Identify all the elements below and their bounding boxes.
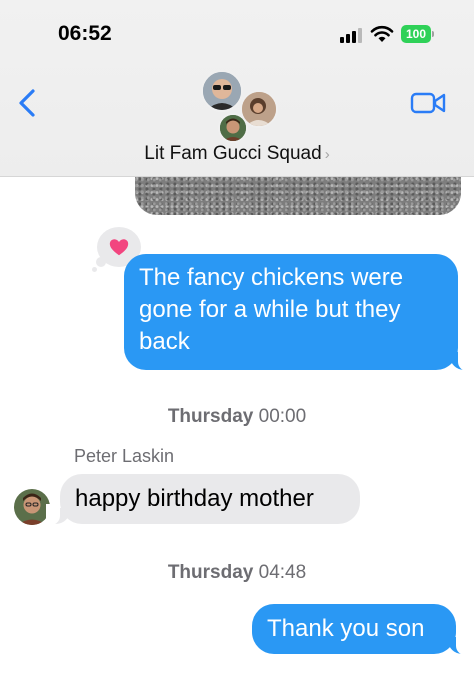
member-avatar-3 <box>218 113 248 143</box>
timestamp-time: 00:00 <box>258 406 307 427</box>
timestamp-day: Thursday <box>167 406 254 427</box>
message-text: happy birthday mother <box>75 485 314 512</box>
video-camera-icon <box>410 92 446 114</box>
outgoing-message-bubble[interactable]: Thank you son <box>252 604 456 654</box>
wifi-icon <box>370 25 394 42</box>
member-avatar-1 <box>201 70 243 112</box>
chevron-right-icon: › <box>324 146 330 163</box>
video-call-button[interactable] <box>410 90 446 116</box>
group-avatars[interactable] <box>198 70 278 143</box>
message-timestamp: Thursday 00:00 <box>0 406 474 428</box>
conversation-header: 06:52 100 Lit Fam Gucci Squad › <box>0 0 474 177</box>
outgoing-message-bubble[interactable]: The fancy chickens were gone for a while… <box>124 254 458 370</box>
sender-avatar[interactable] <box>14 489 50 525</box>
message-timestamp: Thursday 04:48 <box>0 562 474 584</box>
sender-name: Peter Laskin <box>74 446 175 466</box>
battery-indicator: 100 <box>401 25 431 43</box>
timestamp-time: 04:48 <box>258 562 307 583</box>
status-time: 06:52 <box>58 22 112 45</box>
group-name-button[interactable]: Lit Fam Gucci Squad › <box>0 143 474 165</box>
group-name-label: Lit Fam Gucci Squad <box>144 143 322 164</box>
cellular-signal-icon <box>340 27 364 43</box>
heart-icon <box>109 239 129 256</box>
timestamp-day: Thursday <box>167 562 254 583</box>
message-text: Thank you son <box>267 615 425 642</box>
tapback-tail-dot <box>92 267 97 272</box>
chevron-left-icon <box>19 89 35 117</box>
back-button[interactable] <box>14 88 40 118</box>
message-text: The fancy chickens were gone for a while… <box>139 264 404 355</box>
bubble-tail-mask <box>456 633 472 656</box>
bubble-tail-mask <box>458 348 474 372</box>
battery-tip <box>432 31 434 37</box>
incoming-message-bubble[interactable]: happy birthday mother <box>60 474 360 524</box>
